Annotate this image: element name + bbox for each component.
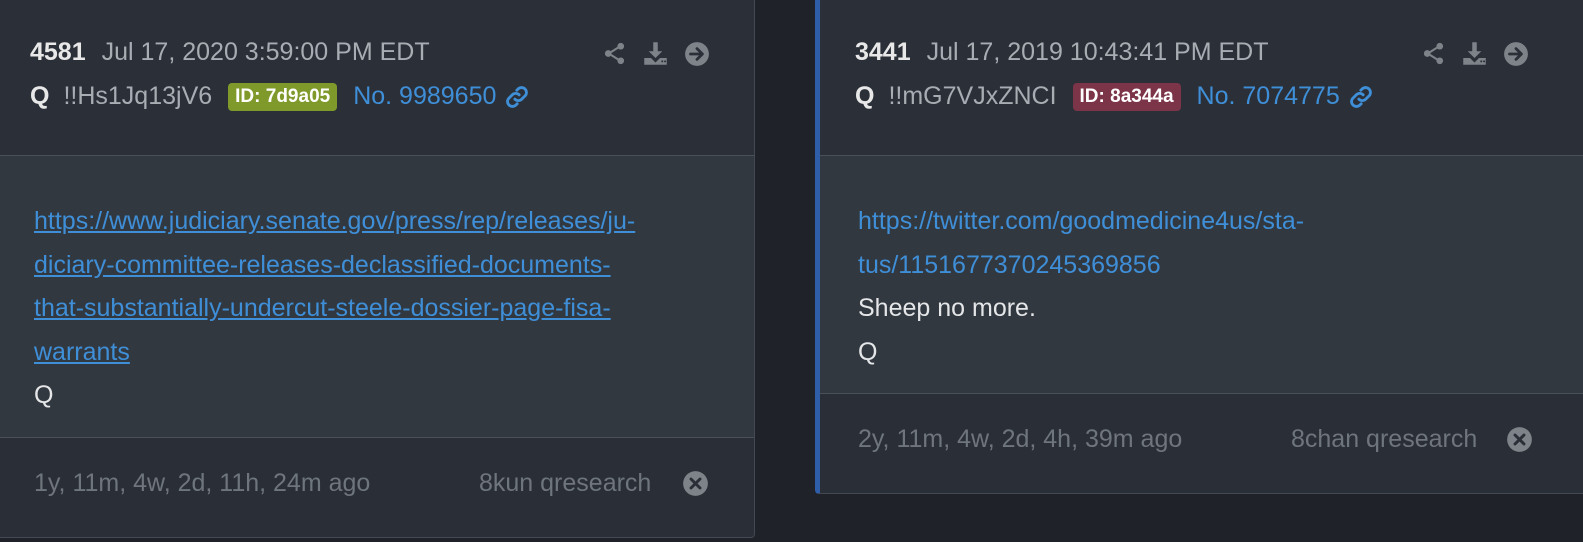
post-signature: Q	[34, 381, 54, 409]
post-date: Jul 17, 2020 3:59:00 PM EDT	[101, 38, 430, 66]
post-age: 2y, 11m, 4w, 2d, 4h, 39m ago	[858, 425, 1183, 453]
post-text-line: Sheep no more.	[858, 294, 1036, 322]
post-link-line: https://www.judiciary.senate.gov/press/r…	[34, 207, 636, 235]
post-link-line: tus/1151677370245369856	[858, 250, 1161, 279]
close-circle-icon[interactable]	[682, 470, 709, 497]
post-card: 4581 Jul 17, 2020 3:59:00 PM EDT Q !!Hs1…	[0, 0, 755, 538]
post-link-line: that-substantially-undercut-steele-dossi…	[34, 294, 611, 322]
post-author-line: Q !!Hs1Jq13jV6 ID: 7d9a05 No. 9989650	[30, 82, 530, 111]
post-body-link[interactable]: https://www.judiciary.senate.gov/press/r…	[34, 200, 724, 374]
post-number: 3441	[855, 38, 911, 66]
post-meta-line: 4581 Jul 17, 2020 3:59:00 PM EDT	[30, 38, 430, 67]
post-number: 4581	[30, 38, 86, 66]
post-signature: Q	[858, 337, 878, 366]
post-source: 8kun qresearch	[479, 469, 652, 497]
post-link-line: https://twitter.com/goodmedicine4us/sta-	[858, 207, 1305, 235]
post-number-link[interactable]: No. 9989650	[353, 82, 530, 111]
share-icon[interactable]	[601, 40, 628, 67]
chain-link-icon	[506, 85, 529, 108]
post-text: https://www.judiciary.senate.gov/press/r…	[34, 200, 724, 418]
post-body: https://twitter.com/goodmedicine4us/sta-…	[820, 156, 1583, 394]
arrow-circle-right-icon[interactable]	[683, 40, 710, 67]
post-link-line: diciary-committee-releases-declassified-…	[34, 250, 611, 279]
post-source: 8chan qresearch	[1291, 425, 1478, 453]
post-date: Jul 17, 2019 10:43:41 PM EDT	[926, 38, 1269, 66]
post-body-link[interactable]: https://twitter.com/goodmedicine4us/sta-…	[858, 200, 1418, 287]
post-body: https://www.judiciary.senate.gov/press/r…	[0, 156, 754, 438]
post-author-line: Q !!mG7VJxZNCI ID: 8a344a No. 7074775	[855, 82, 1374, 111]
post-tripcode: !!mG7VJxZNCI	[888, 82, 1057, 110]
share-icon[interactable]	[1420, 40, 1447, 67]
post-number-link[interactable]: No. 7074775	[1197, 82, 1374, 111]
id-badge: ID: 8a344a	[1072, 82, 1181, 111]
post-header: 3441 Jul 17, 2019 10:43:41 PM EDT Q !!mG…	[820, 0, 1583, 156]
post-card: 3441 Jul 17, 2019 10:43:41 PM EDT Q !!mG…	[815, 0, 1583, 494]
post-footer: 2y, 11m, 4w, 2d, 4h, 39m ago 8chan qrese…	[820, 394, 1583, 493]
id-badge: ID: 7d9a05	[228, 82, 338, 111]
download-icon[interactable]	[642, 40, 669, 67]
post-text: https://twitter.com/goodmedicine4us/sta-…	[858, 200, 1418, 374]
post-link-line: warrants	[34, 337, 130, 366]
post-number-link-label: No. 7074775	[1196, 82, 1340, 110]
qdrops-viewer: 4581 Jul 17, 2020 3:59:00 PM EDT Q !!Hs1…	[0, 0, 1583, 542]
post-actions	[1420, 40, 1529, 67]
post-actions	[601, 40, 710, 67]
post-header: 4581 Jul 17, 2020 3:59:00 PM EDT Q !!Hs1…	[0, 0, 754, 156]
post-meta-line: 3441 Jul 17, 2019 10:43:41 PM EDT	[855, 38, 1269, 67]
post-footer: 1y, 11m, 4w, 2d, 11h, 24m ago 8kun qrese…	[0, 438, 754, 537]
download-icon[interactable]	[1461, 40, 1488, 67]
post-author: Q	[855, 82, 875, 110]
post-author: Q	[30, 82, 50, 110]
post-age: 1y, 11m, 4w, 2d, 11h, 24m ago	[34, 469, 371, 497]
post-tripcode: !!Hs1Jq13jV6	[63, 82, 213, 110]
chain-link-icon	[1349, 85, 1372, 108]
close-circle-icon[interactable]	[1506, 426, 1533, 453]
arrow-circle-right-icon[interactable]	[1502, 40, 1529, 67]
post-number-link-label: No. 9989650	[353, 82, 497, 110]
